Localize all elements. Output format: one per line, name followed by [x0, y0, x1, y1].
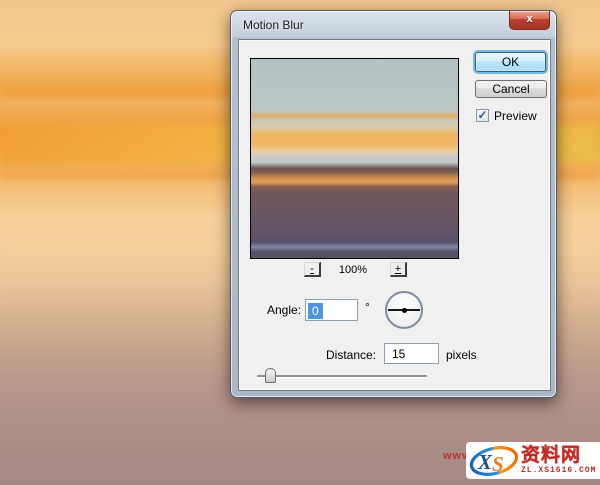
logo-letter-x: X [477, 450, 493, 474]
slider-track[interactable] [257, 375, 427, 377]
logo-letter-s: S [492, 452, 504, 476]
zoom-level-label: 100% [323, 264, 383, 276]
close-icon: x [526, 13, 532, 25]
watermark-badge: X S 资料网 ZL.XS1616.COM [466, 442, 600, 479]
distance-unit-label: pixels [446, 348, 477, 362]
angle-dial[interactable] [385, 291, 423, 329]
ok-button[interactable]: OK [475, 52, 546, 72]
watermark-site-name: 资料网 [521, 446, 596, 465]
slider-thumb[interactable] [265, 368, 276, 383]
watermark-site-code: ZL.XS1616.COM [521, 466, 596, 475]
watermark-logo: X S [469, 444, 519, 478]
filter-preview[interactable] [250, 58, 459, 259]
dialog-title: Motion Blur [243, 18, 304, 32]
close-button[interactable]: x [509, 11, 550, 30]
angle-value-selected: 0 [308, 303, 323, 319]
distance-slider[interactable] [257, 368, 427, 384]
distance-label: Distance: [326, 348, 376, 362]
degree-symbol: ° [365, 300, 370, 314]
cancel-button[interactable]: Cancel [475, 80, 547, 98]
angle-label: Angle: [267, 303, 301, 317]
dialog-client-area: - 100% + Angle: 0 ° Distance: 15 pixels … [238, 39, 551, 391]
zoom-in-button[interactable]: + [390, 262, 407, 277]
dialog-titlebar[interactable]: Motion Blur x [231, 11, 556, 39]
motion-blur-dialog: Motion Blur x - 100% + Angle: 0 ° Distan… [230, 10, 557, 398]
preview-checkbox[interactable]: ✓ [476, 109, 489, 122]
zoom-out-button[interactable]: - [304, 262, 321, 277]
watermark-text-block: 资料网 ZL.XS1616.COM [521, 446, 596, 475]
preview-checkbox-label[interactable]: Preview [494, 109, 537, 123]
angle-dial-hub [402, 308, 407, 313]
distance-input[interactable]: 15 [384, 343, 439, 364]
checkmark-icon: ✓ [477, 108, 487, 122]
angle-input[interactable]: 0 [305, 299, 358, 321]
